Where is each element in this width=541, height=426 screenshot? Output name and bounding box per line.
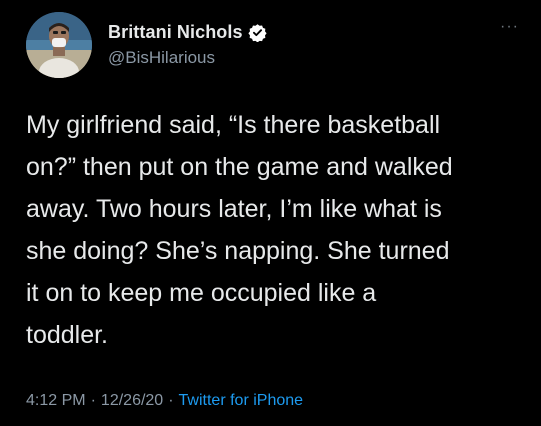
tweet-date[interactable]: 12/26/20 <box>101 392 163 409</box>
tweet-text-line: on?” then put on the game and walked <box>26 153 453 181</box>
avatar-photo-icon <box>26 12 92 78</box>
tweet-source-link[interactable]: Twitter for iPhone <box>179 392 304 409</box>
verified-badge-icon <box>248 23 267 42</box>
more-options-icon[interactable]: ··· <box>500 19 519 35</box>
display-name[interactable]: Brittani Nichols <box>108 22 243 43</box>
tweet-text-line: away. Two hours later, I’m like what is <box>26 195 442 223</box>
tweet-meta: 4:12 PM · 12/26/20 · Twitter for iPhone <box>26 392 303 410</box>
tweet-card: Brittani Nichols @BisHilarious ··· My gi… <box>0 0 541 426</box>
avatar[interactable] <box>26 12 92 78</box>
meta-separator: · <box>168 392 174 409</box>
tweet-text-line: My girlfriend said, “Is there basketball <box>26 111 441 139</box>
tweet-text-line: she doing? She’s napping. She turned <box>26 237 450 265</box>
tweet-text: My girlfriend said, “Is there basketball… <box>26 104 526 356</box>
author-name-row[interactable]: Brittani Nichols <box>108 20 267 44</box>
tweet-text-line: it on to keep me occupied like a <box>26 279 377 307</box>
meta-separator: · <box>90 392 96 409</box>
tweet-time[interactable]: 4:12 PM <box>26 392 86 409</box>
tweet-text-line: toddler. <box>26 321 109 349</box>
user-handle[interactable]: @BisHilarious <box>108 48 215 68</box>
